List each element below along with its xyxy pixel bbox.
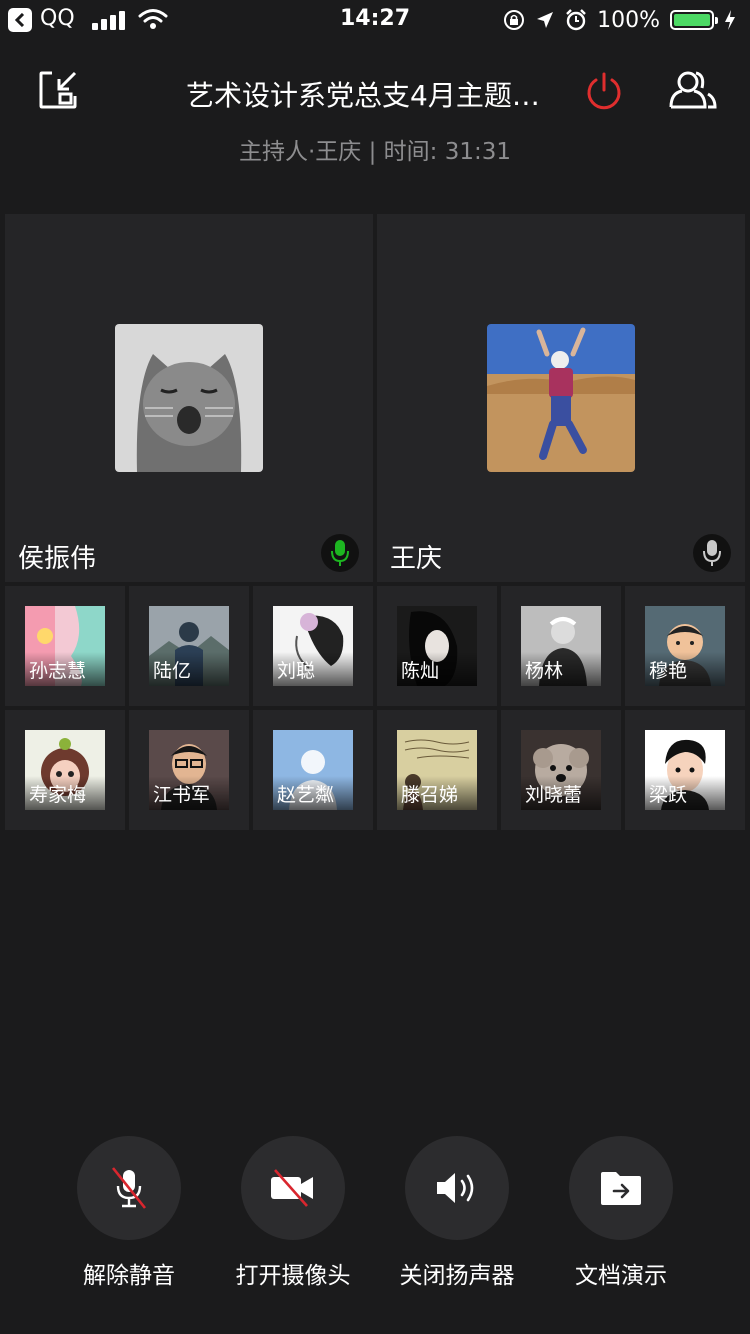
avatar: [487, 324, 635, 472]
participant-tile[interactable]: 陈灿: [377, 586, 497, 706]
charging-icon: [725, 10, 735, 30]
unmute-control: 解除静音: [77, 1136, 181, 1289]
speaker-label: 关闭扬声器: [399, 1263, 515, 1289]
participant-tile[interactable]: 刘聪: [253, 586, 373, 706]
location-icon: [537, 12, 554, 28]
minimize-window-button[interactable]: [38, 70, 78, 110]
participant-name: 刘聪: [273, 652, 353, 686]
avatar: 刘聪: [273, 606, 353, 686]
participant-tile[interactable]: 孙志慧: [5, 586, 125, 706]
speaker-toggle-button[interactable]: [405, 1136, 509, 1240]
participant-name: 侯振伟: [18, 544, 97, 574]
speaker-icon: [437, 1173, 474, 1203]
participant-name: 王庆: [390, 544, 443, 574]
participant-tile[interactable]: 赵艺粼: [253, 710, 373, 830]
participant-tile[interactable]: 梁跃: [625, 710, 745, 830]
power-icon: [587, 72, 621, 110]
participant-tile[interactable]: 江书军: [129, 710, 249, 830]
avatar: [115, 324, 263, 472]
turn-on-camera-button[interactable]: [241, 1136, 345, 1240]
participant-name: 杨林: [521, 652, 601, 686]
microphone-active-icon: [331, 540, 349, 566]
avatar: 刘晓蕾: [521, 730, 601, 810]
video-tile-host[interactable]: 王庆: [377, 214, 745, 582]
avatar: 孙志慧: [25, 606, 105, 686]
avatar: 陈灿: [397, 606, 477, 686]
participant-name: 穆艳: [645, 652, 725, 686]
speaker-control: 关闭扬声器: [400, 1136, 515, 1289]
mic-status: [693, 534, 731, 572]
meeting-title: 艺术设计系党总支4月主题…: [186, 79, 540, 112]
battery-percent: 100%: [597, 7, 660, 33]
participant-name: 刘晓蕾: [521, 776, 601, 810]
orientation-lock-icon: [504, 10, 525, 30]
end-meeting-button[interactable]: [584, 72, 624, 112]
video-tile-speaker[interactable]: 侯振伟: [5, 214, 373, 582]
camera-off-icon: [271, 1169, 313, 1207]
participant-tile[interactable]: 穆艳: [625, 586, 745, 706]
share-doc-control: 文档演示: [569, 1136, 673, 1289]
battery-icon: [670, 10, 718, 30]
participant-tile[interactable]: 寿家梅: [5, 710, 125, 830]
microphone-muted-icon: [111, 1167, 147, 1209]
participant-name: 陈灿: [397, 652, 477, 686]
avatar: 梁跃: [645, 730, 725, 810]
avatar: 陆亿: [149, 606, 229, 686]
unmute-button[interactable]: [77, 1136, 181, 1240]
minimize-icon: [39, 71, 77, 109]
share-doc-label: 文档演示: [575, 1263, 667, 1289]
participant-name: 孙志慧: [25, 652, 105, 686]
members-button[interactable]: [668, 70, 718, 110]
meeting-header: 艺术设计系党总支4月主题… 主持人·王庆 | 时间: 31:31: [0, 60, 750, 180]
participant-name: 滕召娣: [397, 776, 477, 810]
folder-share-icon: [601, 1172, 641, 1205]
microphone-icon: [703, 540, 721, 566]
desert-jump-avatar-image: [487, 324, 635, 472]
participant-name: 江书军: [149, 776, 229, 810]
host-and-duration: 主持人·王庆 | 时间: 31:31: [238, 139, 512, 165]
avatar: 寿家梅: [25, 730, 105, 810]
camera-label: 打开摄像头: [235, 1263, 351, 1289]
participant-tile[interactable]: 陆亿: [129, 586, 249, 706]
avatar: 杨林: [521, 606, 601, 686]
participant-tile[interactable]: 滕召娣: [377, 710, 497, 830]
cat-avatar-image: [115, 324, 263, 472]
unmute-label: 解除静音: [83, 1263, 175, 1289]
participant-name: 寿家梅: [25, 776, 105, 810]
participant-name: 梁跃: [645, 776, 725, 810]
members-icon: [669, 71, 717, 109]
avatar: 江书军: [149, 730, 229, 810]
avatar: 赵艺粼: [273, 730, 353, 810]
avatar: 穆艳: [645, 606, 725, 686]
status-bar: QQ 14:27 100%: [0, 0, 750, 40]
participant-tile[interactable]: 刘晓蕾: [501, 710, 621, 830]
participant-name: 赵艺粼: [273, 776, 353, 810]
mic-status: [321, 534, 359, 572]
participant-name: 陆亿: [149, 652, 229, 686]
avatar: 滕召娣: [397, 730, 477, 810]
participant-tile[interactable]: 杨林: [501, 586, 621, 706]
alarm-icon: [566, 9, 586, 31]
camera-control: 打开摄像头: [236, 1136, 351, 1289]
share-document-button[interactable]: [569, 1136, 673, 1240]
